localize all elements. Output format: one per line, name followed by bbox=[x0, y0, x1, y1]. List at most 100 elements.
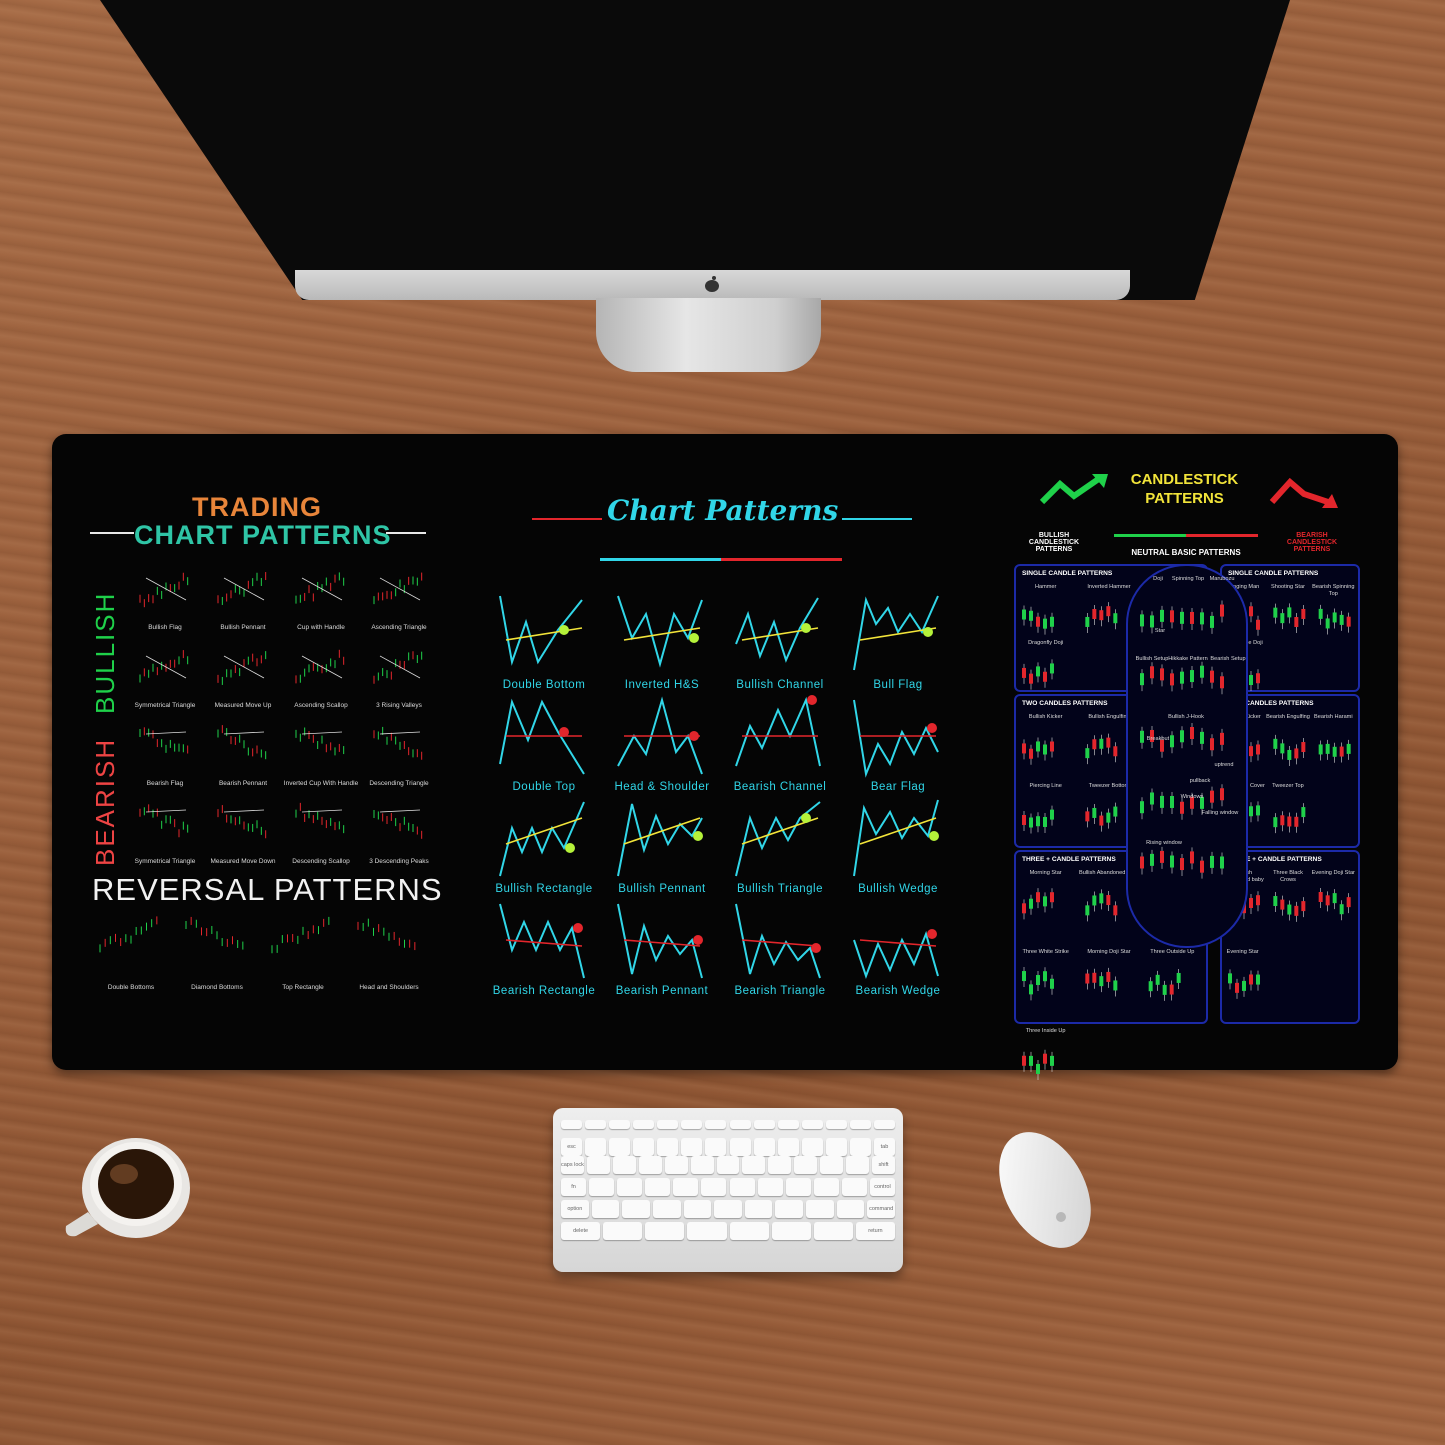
keyboard-key[interactable]: command bbox=[867, 1200, 895, 1218]
bull-arrow-icon bbox=[1039, 474, 1108, 505]
keyboard-key[interactable] bbox=[768, 1156, 792, 1174]
keyboard-key[interactable]: tab bbox=[873, 1138, 895, 1156]
keyboard-key[interactable] bbox=[801, 1138, 823, 1156]
keyboard-key[interactable]: esc bbox=[561, 1138, 583, 1156]
keyboard-key[interactable] bbox=[825, 1138, 847, 1156]
keyboard-key[interactable] bbox=[633, 1120, 655, 1129]
keyboard-key[interactable] bbox=[633, 1138, 655, 1156]
keyboard-key[interactable] bbox=[585, 1120, 607, 1129]
keyboard-key[interactable] bbox=[645, 1222, 685, 1240]
title-divider-right bbox=[386, 532, 426, 534]
chart-pattern-label: Bear Flag bbox=[870, 781, 926, 793]
keyboard-key[interactable] bbox=[744, 1200, 773, 1218]
coffee-cup bbox=[65, 1138, 190, 1238]
chart-pattern-drawing bbox=[617, 595, 703, 668]
keyboard-key[interactable]: shift bbox=[872, 1156, 895, 1174]
chart-pattern-label: Bearish Pennant bbox=[615, 985, 709, 997]
reversal-thumbnail bbox=[185, 916, 244, 950]
keyboard-key[interactable] bbox=[729, 1222, 769, 1240]
breakout-dot bbox=[573, 923, 583, 933]
pattern-label: Descending Scallop bbox=[292, 858, 350, 865]
keyboard-key[interactable] bbox=[612, 1156, 636, 1174]
keyboard-key[interactable] bbox=[690, 1156, 714, 1174]
keyboard-key[interactable] bbox=[806, 1200, 834, 1218]
chart-pattern-label: Bearish Wedge bbox=[855, 985, 941, 997]
keyboard-key[interactable] bbox=[813, 1178, 839, 1196]
keyboard-key[interactable] bbox=[742, 1156, 766, 1174]
candlestick-title: CANDLESTICK PATTERNS bbox=[1117, 470, 1252, 508]
keyboard-key[interactable] bbox=[794, 1156, 818, 1174]
keyboard-key[interactable] bbox=[777, 1120, 799, 1129]
keyboard-key[interactable] bbox=[729, 1120, 751, 1129]
keyboard-key[interactable] bbox=[657, 1120, 679, 1129]
keyboard-key[interactable] bbox=[561, 1120, 583, 1129]
keyboard-key[interactable] bbox=[645, 1178, 671, 1196]
breakout-dot bbox=[689, 633, 699, 643]
pattern-label: Cup with Handle bbox=[297, 624, 345, 631]
chart-pattern-label: Inverted H&S bbox=[624, 679, 700, 691]
keyboard-key[interactable] bbox=[638, 1156, 662, 1174]
reversal-thumbnail bbox=[271, 916, 330, 954]
keyboard-key[interactable]: control bbox=[869, 1178, 895, 1196]
keyboard-key[interactable] bbox=[729, 1178, 755, 1196]
keyboard-key[interactable] bbox=[785, 1178, 811, 1196]
keyboard-key[interactable] bbox=[586, 1156, 610, 1174]
keyboard-key[interactable] bbox=[681, 1138, 703, 1156]
desk-mat: TRADING CHART PATTERNS BEARISH BULLISH B… bbox=[52, 434, 1398, 1080]
keyboard-key[interactable] bbox=[705, 1138, 727, 1156]
keyboard-key[interactable] bbox=[841, 1178, 867, 1196]
breakout-dot bbox=[565, 843, 575, 853]
chart-pattern-label: Bearish Triangle bbox=[734, 985, 826, 997]
keyboard-key[interactable] bbox=[729, 1138, 751, 1156]
chart-pattern-label: Bullish Wedge bbox=[858, 883, 938, 895]
keyboard-key[interactable] bbox=[753, 1120, 775, 1129]
keyboard-key[interactable] bbox=[591, 1200, 620, 1218]
keyboard-key[interactable] bbox=[820, 1156, 844, 1174]
keyboard-key[interactable] bbox=[652, 1200, 681, 1218]
keyboard-key[interactable] bbox=[714, 1200, 742, 1218]
keyboard-key[interactable] bbox=[775, 1200, 804, 1218]
keyboard-key[interactable]: caps lock bbox=[561, 1156, 584, 1174]
keyboard-key[interactable] bbox=[849, 1138, 871, 1156]
keyboard-key[interactable] bbox=[603, 1222, 643, 1240]
keyboard-key[interactable] bbox=[771, 1222, 811, 1240]
keyboard-key[interactable] bbox=[683, 1200, 712, 1218]
keyboard-key[interactable] bbox=[673, 1178, 699, 1196]
keyboard-key[interactable] bbox=[609, 1120, 631, 1129]
keyboard-key[interactable] bbox=[846, 1156, 870, 1174]
keyboard-key[interactable] bbox=[664, 1156, 688, 1174]
keyboard-key[interactable]: option bbox=[561, 1200, 589, 1218]
keyboard-key[interactable] bbox=[687, 1222, 727, 1240]
pattern-thumbnail bbox=[373, 651, 423, 684]
keyboard-key[interactable] bbox=[777, 1138, 799, 1156]
keyboard-key[interactable]: delete bbox=[561, 1222, 601, 1240]
keyboard-key[interactable] bbox=[801, 1120, 823, 1129]
candle-pattern-label: Three Inside Up bbox=[1025, 1028, 1066, 1034]
keyboard-key[interactable]: return bbox=[855, 1222, 895, 1240]
breakout-dot bbox=[559, 625, 569, 635]
keyboard-key[interactable] bbox=[757, 1178, 783, 1196]
keyboard-key[interactable] bbox=[716, 1156, 740, 1174]
keyboard-key[interactable] bbox=[849, 1120, 871, 1129]
keyboard-key[interactable] bbox=[609, 1138, 631, 1156]
keyboard-key[interactable] bbox=[657, 1138, 679, 1156]
keyboard-key[interactable] bbox=[705, 1120, 727, 1129]
keyboard-key[interactable] bbox=[873, 1120, 895, 1129]
keyboard-key[interactable] bbox=[622, 1200, 650, 1218]
keyboard-key[interactable] bbox=[681, 1120, 703, 1129]
breakout-dot bbox=[559, 727, 569, 737]
chart-pattern-drawing bbox=[735, 695, 821, 767]
keyboard-key[interactable] bbox=[836, 1200, 865, 1218]
pattern-thumbnail bbox=[217, 805, 267, 839]
keyboard-key[interactable] bbox=[813, 1222, 853, 1240]
keyboard-key[interactable] bbox=[585, 1138, 607, 1156]
keyboard-key[interactable] bbox=[617, 1178, 643, 1196]
keyboard-key[interactable] bbox=[589, 1178, 615, 1196]
keyboard-key[interactable]: fn bbox=[561, 1178, 587, 1196]
pattern-label: Symmetrical Triangle bbox=[134, 858, 196, 865]
keyboard-key[interactable] bbox=[825, 1120, 847, 1129]
chart-pattern-label: Bullish Rectangle bbox=[495, 883, 593, 895]
pattern-label: Ascending Triangle bbox=[371, 624, 427, 631]
keyboard-key[interactable] bbox=[701, 1178, 727, 1196]
keyboard-key[interactable] bbox=[753, 1138, 775, 1156]
